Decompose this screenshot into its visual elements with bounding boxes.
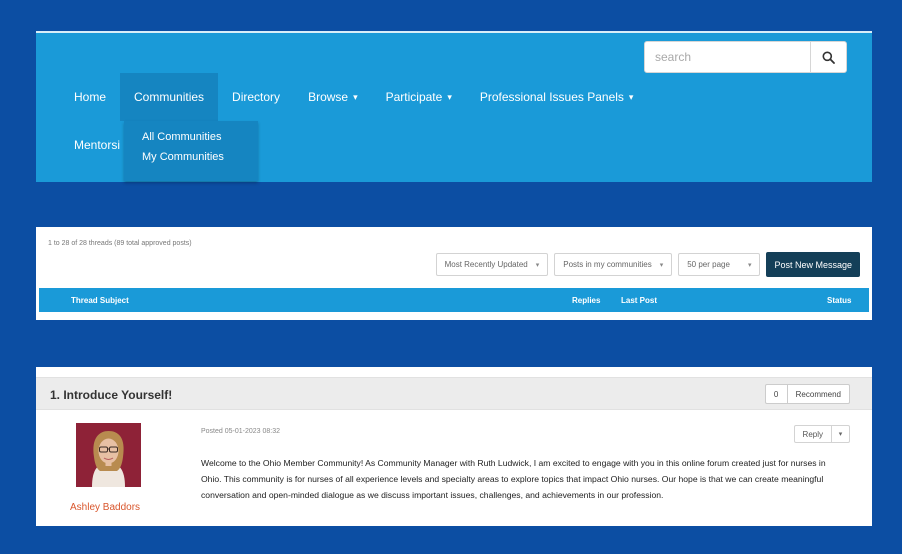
nav-professional-issues-panels[interactable]: Professional Issues Panels ▾ xyxy=(466,73,648,121)
nav-home[interactable]: Home xyxy=(60,73,120,121)
filter-select[interactable]: Posts in my communities ▾ xyxy=(554,253,673,276)
column-replies[interactable]: Replies xyxy=(572,296,600,305)
recommend-group: 0 Recommend xyxy=(764,384,850,404)
nav-home-label: Home xyxy=(74,90,107,104)
nav-communities[interactable]: Communities xyxy=(120,73,219,121)
reply-button[interactable]: Reply xyxy=(795,426,831,442)
chevron-down-icon: ▾ xyxy=(747,261,752,269)
nav-professional-issues-label: Professional Issues Panels xyxy=(479,90,624,104)
reply-group: Reply ▾ xyxy=(793,425,850,443)
communities-dropdown: All Communities My Communities xyxy=(124,121,258,181)
nav-communities-label: Communities xyxy=(134,90,205,104)
threads-panel: 1 to 28 of 28 threads (89 total approved… xyxy=(36,227,872,320)
threads-table-header: Thread Subject Replies Last Post Status xyxy=(39,288,869,312)
site-navigation: Home Communities Directory Browse ▾ Part… xyxy=(36,31,872,182)
search-box xyxy=(644,41,847,73)
main-menu: Home Communities Directory Browse ▾ Part… xyxy=(60,73,647,121)
post-timestamp: Posted 05-01-2023 08:32 xyxy=(201,428,281,435)
search-icon xyxy=(822,51,835,64)
per-page-select[interactable]: 50 per page ▾ xyxy=(678,253,761,276)
nav-directory-label: Directory xyxy=(232,90,281,104)
post-header: 1. Introduce Yourself! 0 Recommend xyxy=(36,377,872,410)
nav-mentorship[interactable]: Mentorsi xyxy=(60,121,134,169)
per-page-select-value: 50 per page xyxy=(687,260,730,269)
nav-participate-label: Participate xyxy=(385,90,443,104)
nav-mentorship-label: Mentorsi xyxy=(74,138,121,152)
recommend-count: 0 xyxy=(766,385,788,403)
sort-select-value: Most Recently Updated xyxy=(444,260,528,269)
recommend-button[interactable]: Recommend xyxy=(788,385,849,403)
nav-browse[interactable]: Browse ▾ xyxy=(294,73,372,121)
dropdown-my-communities[interactable]: My Communities xyxy=(124,147,258,167)
chevron-down-icon: ▾ xyxy=(628,91,634,102)
dropdown-all-communities[interactable]: All Communities xyxy=(124,127,258,147)
nav-browse-label: Browse xyxy=(308,90,349,104)
thread-count: 1 to 28 of 28 threads (89 total approved… xyxy=(48,240,192,247)
search-button[interactable] xyxy=(810,42,846,72)
chevron-down-icon: ▾ xyxy=(838,431,843,438)
post-body: Welcome to the Ohio Member Community! As… xyxy=(201,458,826,500)
author-link[interactable]: Ashley Baddors xyxy=(70,502,140,513)
avatar-photo xyxy=(76,423,141,487)
secondary-menu: Mentorsi xyxy=(60,121,134,169)
chevron-down-icon: ▾ xyxy=(447,91,452,102)
post-panel: 1. Introduce Yourself! 0 Recommend Ashle… xyxy=(36,367,872,526)
post-new-message-button[interactable]: Post New Message xyxy=(766,252,860,277)
nav-directory[interactable]: Directory xyxy=(218,73,294,121)
post-title[interactable]: 1. Introduce Yourself! xyxy=(50,388,172,402)
column-thread-subject[interactable]: Thread Subject xyxy=(71,296,129,305)
chevron-down-icon: ▾ xyxy=(353,91,358,102)
chevron-down-icon: ▾ xyxy=(659,261,664,269)
avatar[interactable] xyxy=(76,423,141,487)
column-status[interactable]: Status xyxy=(827,296,851,305)
filter-select-value: Posts in my communities xyxy=(563,260,652,269)
reply-options-button[interactable]: ▾ xyxy=(831,426,849,442)
column-last-post[interactable]: Last Post xyxy=(621,296,657,305)
nav-participate[interactable]: Participate ▾ xyxy=(372,73,466,121)
search-input[interactable] xyxy=(645,42,810,72)
threads-toolbar: Most Recently Updated ▾ Posts in my comm… xyxy=(435,252,860,277)
sort-select[interactable]: Most Recently Updated ▾ xyxy=(435,253,549,276)
chevron-down-icon: ▾ xyxy=(535,261,540,269)
